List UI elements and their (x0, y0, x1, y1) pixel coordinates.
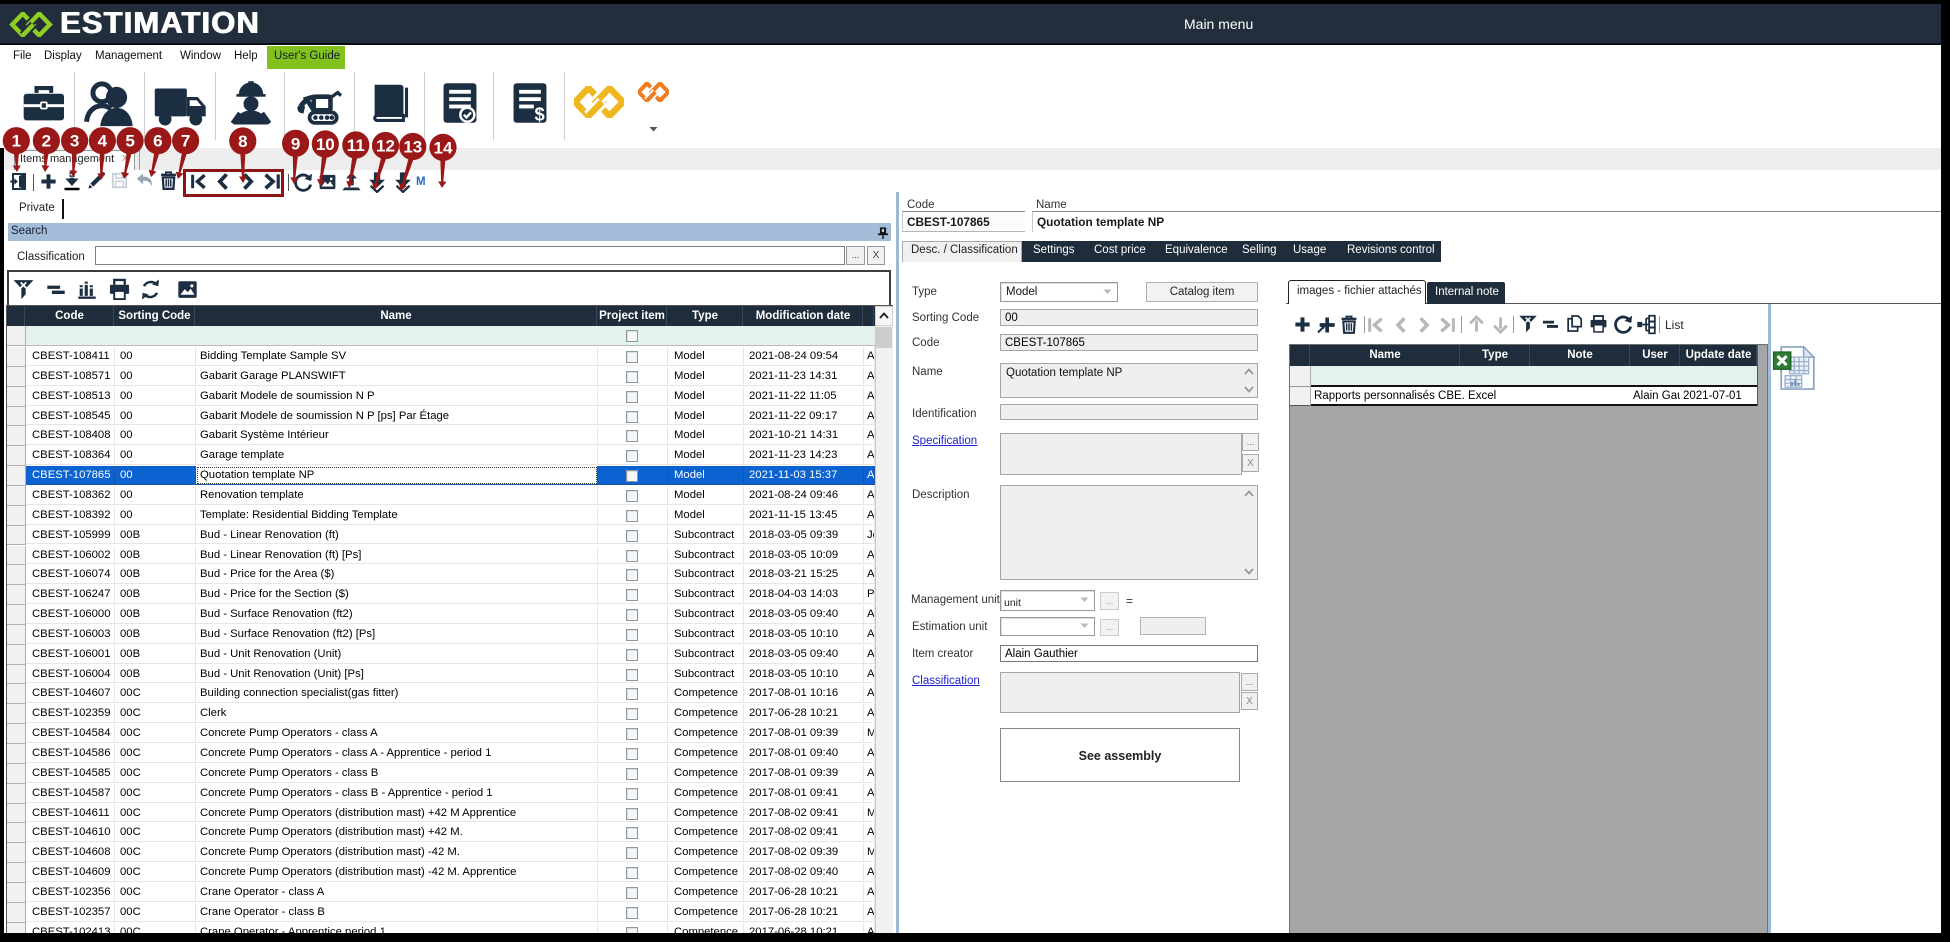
svg-text:11: 11 (347, 136, 365, 155)
svg-text:9: 9 (291, 134, 300, 153)
svg-text:8: 8 (238, 132, 247, 151)
svg-text:14: 14 (434, 138, 453, 157)
svg-text:10: 10 (316, 135, 335, 154)
svg-text:13: 13 (403, 138, 422, 157)
svg-text:7: 7 (181, 132, 190, 151)
svg-text:$: $ (535, 104, 545, 125)
svg-text:12: 12 (376, 137, 395, 156)
svg-text:4: 4 (98, 132, 108, 151)
svg-text:5: 5 (125, 132, 134, 151)
svg-text:2: 2 (42, 132, 51, 151)
svg-text:3: 3 (70, 132, 79, 151)
svg-text:6: 6 (153, 132, 162, 151)
svg-text:1: 1 (12, 132, 21, 151)
